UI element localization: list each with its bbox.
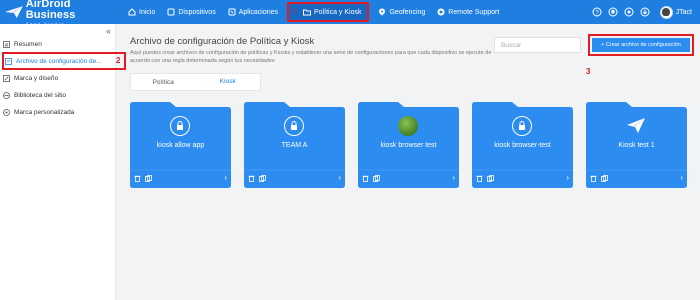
card-footer: › (248, 173, 341, 183)
chevron-right-icon[interactable]: › (566, 174, 569, 182)
config-card[interactable]: TEAM A › (244, 102, 345, 188)
card-list: kiosk allow app › TEAM A › kiosk browser… (130, 102, 700, 188)
delete-icon[interactable] (476, 175, 483, 182)
chevron-right-icon[interactable]: › (338, 174, 341, 182)
card-name: kiosk allow app (156, 142, 205, 149)
library-icon (3, 91, 10, 99)
card-name: Kiosk test 1 (618, 142, 655, 149)
sidebar-item-resumen[interactable]: Resumen (3, 38, 42, 50)
card-footer: › (590, 173, 683, 183)
top-right-tools: ? JTact (586, 0, 692, 24)
sidebar: « Resumen Archivo de configuración de...… (0, 24, 126, 300)
config-card[interactable]: kiosk browser test › (358, 102, 459, 188)
tab-politica[interactable]: Política (131, 74, 196, 90)
sidebar-item-archivo-configuracion[interactable]: Archivo de configuración de... 2 (2, 52, 126, 70)
notification-icon[interactable] (608, 7, 618, 17)
nav-geofencing[interactable]: Geofencing (372, 0, 431, 24)
chevron-right-icon[interactable]: › (224, 174, 227, 182)
sidebar-item-marca-diseno[interactable]: Marca y diseño (3, 72, 58, 84)
card-footer: › (476, 173, 569, 183)
chevron-right-icon[interactable]: › (452, 174, 455, 182)
create-config-button-highlight: + Crear archivo de configuración (588, 34, 694, 56)
delete-icon[interactable] (248, 175, 255, 182)
sidebar-item-label: Marca personalizada (14, 108, 75, 116)
user-name[interactable]: JTact (676, 9, 692, 16)
page-description: Aquí puedes crear archivos de configurac… (130, 50, 492, 64)
lock-icon (170, 116, 190, 136)
copy-icon[interactable] (601, 174, 608, 182)
sidebar-item-label: Biblioteca del sitio (14, 91, 67, 99)
paper-plane-logo-icon (5, 6, 23, 18)
page-title: Archivo de configuración de Política y K… (130, 36, 315, 47)
folder-icon (303, 8, 312, 16)
settings-icon[interactable] (624, 7, 634, 17)
card-name: kiosk browser-test (494, 142, 551, 149)
copy-icon[interactable] (487, 174, 494, 182)
copy-icon[interactable] (145, 174, 152, 182)
download-icon[interactable] (640, 7, 650, 17)
brand-icon (3, 74, 10, 82)
paper-plane-icon (626, 116, 646, 136)
nav-label: Política y Kiosk (314, 8, 362, 16)
brand-name: AirDroid Business (25, 0, 76, 21)
card-footer: › (362, 173, 455, 183)
card-name: kiosk browser test (380, 142, 437, 149)
grass-image (398, 116, 418, 136)
copy-icon[interactable] (373, 174, 380, 182)
nav-label: Geofencing (389, 8, 426, 16)
sidebar-item-label: Archivo de configuración de... (16, 57, 102, 65)
card-footer: › (134, 173, 227, 183)
nav-aplicaciones[interactable]: Aplicaciones (222, 0, 284, 24)
nav-inicio[interactable]: Inicio (122, 0, 161, 24)
step-number-1: 1 (292, 8, 296, 15)
nav-remote-support[interactable]: Remote Support (431, 0, 505, 24)
delete-icon[interactable] (590, 175, 597, 182)
search-input[interactable]: Buscar (494, 37, 581, 53)
sidebar-item-label: Marca y diseño (14, 74, 59, 82)
step-number-3: 3 (586, 67, 591, 76)
copy-icon[interactable] (259, 174, 266, 182)
nav-dispositivos[interactable]: Dispositivos (161, 0, 221, 24)
config-card[interactable]: kiosk allow app › (130, 102, 231, 188)
create-config-button[interactable]: + Crear archivo de configuración (592, 38, 690, 52)
delete-icon[interactable] (362, 175, 369, 182)
custom-brand-icon (3, 108, 10, 116)
summary-icon (3, 40, 10, 48)
home-icon (128, 8, 136, 16)
tab-kiosk[interactable]: Kiosk (195, 74, 260, 90)
nav-label: Dispositivos (178, 8, 216, 16)
collapse-sidebar-icon[interactable]: « (106, 26, 111, 36)
config-card[interactable]: Kiosk test 1 › (586, 102, 687, 188)
config-file-icon (5, 57, 12, 65)
apps-icon (228, 8, 236, 16)
config-card[interactable]: kiosk browser-test › (472, 102, 573, 188)
delete-icon[interactable] (134, 175, 141, 182)
sidebar-item-biblioteca[interactable]: Biblioteca del sitio (3, 89, 66, 101)
sidebar-item-marca-personalizada[interactable]: Marca personalizada (3, 106, 74, 118)
top-bar: AirDroid Business Sand Studio Inicio Dis… (0, 0, 700, 25)
devices-icon (167, 8, 175, 16)
brand-logo[interactable]: AirDroid Business Sand Studio (0, 0, 122, 25)
avatar[interactable] (659, 5, 673, 19)
nav-label: Inicio (139, 8, 156, 16)
geofence-icon (378, 8, 386, 16)
lock-icon (512, 116, 532, 136)
lock-icon (284, 116, 304, 136)
help-icon[interactable]: ? (592, 7, 602, 17)
nav-politica-kiosk[interactable]: 1 Política y Kiosk (287, 2, 370, 22)
sidebar-item-label: Resumen (14, 40, 42, 48)
main-nav: Inicio Dispositivos Aplicaciones 1 Polít… (122, 0, 505, 24)
nav-label: Remote Support (448, 8, 500, 16)
tab-bar: Política Kiosk (130, 73, 261, 91)
card-name: TEAM A (281, 142, 308, 149)
chevron-right-icon[interactable]: › (680, 174, 683, 182)
main-content: Archivo de configuración de Política y K… (116, 24, 700, 300)
remote-support-icon (437, 8, 445, 16)
nav-label: Aplicaciones (238, 8, 279, 16)
